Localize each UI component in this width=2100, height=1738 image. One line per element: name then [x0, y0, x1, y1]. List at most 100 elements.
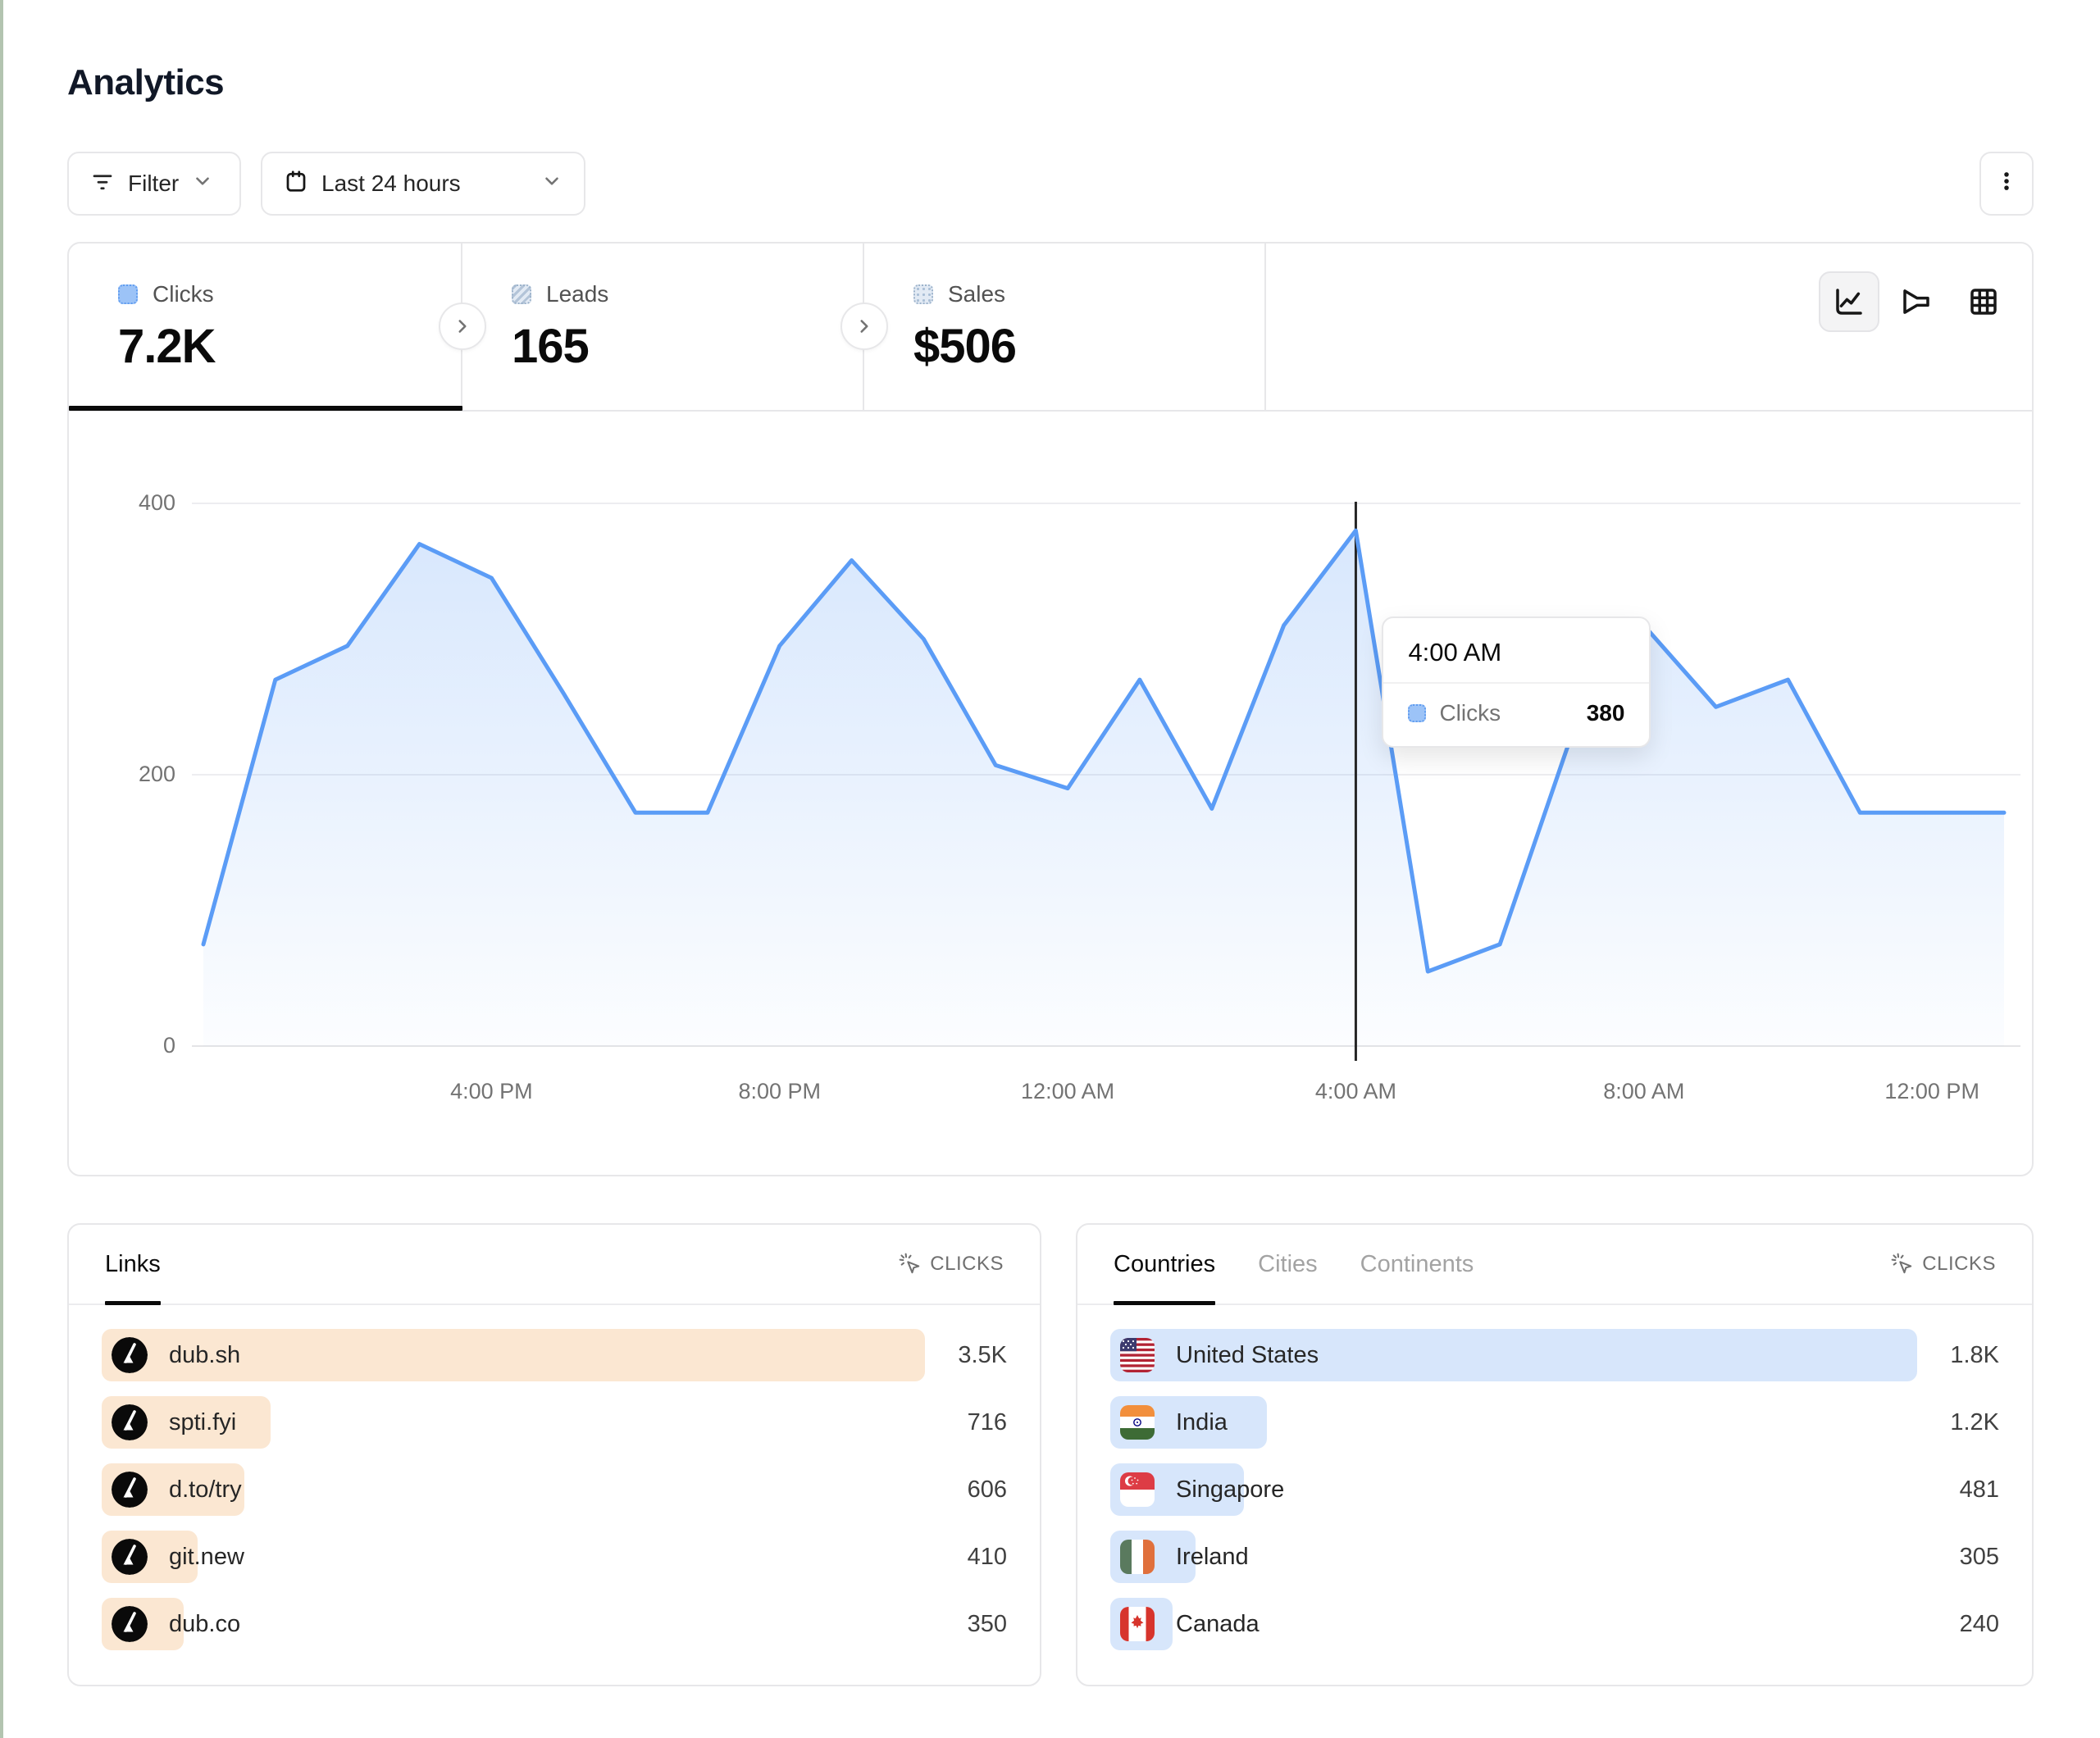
ca-flag-icon — [1120, 1607, 1155, 1641]
y-axis-tick-label: 400 — [85, 490, 175, 516]
link-label: dub.sh — [169, 1342, 240, 1369]
geo-metric: CLICKS — [1891, 1253, 1996, 1276]
clicks-count: 1.2K — [1950, 1409, 1999, 1436]
links-panel: Links CLICKS dub.sh3.5K spti.fyi 716 d.to/t… — [67, 1223, 1041, 1686]
link-label: git.new — [169, 1544, 244, 1571]
ie-flag-icon — [1120, 1540, 1155, 1574]
links-panel-header: Links CLICKS — [69, 1225, 1040, 1305]
clicks-count: 481 — [1960, 1476, 1999, 1504]
tab-clicks[interactable]: Clicks 7.2K — [69, 243, 462, 410]
filter-button[interactable]: Filter — [67, 152, 241, 216]
geo-metric-label: CLICKS — [1922, 1253, 1996, 1276]
x-axis-tick-label: 8:00 AM — [1603, 1079, 1684, 1104]
link-label: spti.fyi — [169, 1409, 236, 1436]
filter-icon — [90, 169, 115, 199]
link-label: d.to/try — [169, 1476, 242, 1504]
chevron-right-icon — [452, 316, 473, 337]
line-chart-icon — [1832, 284, 1866, 319]
stat-value: $506 — [913, 319, 1264, 374]
table-row[interactable]: Canada240 — [1110, 1598, 1999, 1650]
country-label: India — [1176, 1409, 1228, 1436]
analytics-card: Clicks 7.2K Leads 165 Sales $506 — [67, 242, 2034, 1176]
kebab-menu-icon — [1994, 169, 2019, 199]
dub-logo-avatar — [112, 1539, 148, 1575]
table-view-button[interactable] — [1953, 271, 2014, 332]
geo-panel-header: Countries Cities Continents CLICKS — [1077, 1225, 2032, 1305]
page-title: Analytics — [67, 62, 224, 103]
stat-tabs-row: Clicks 7.2K Leads 165 Sales $506 — [69, 243, 2032, 412]
table-row[interactable]: dub.co350 — [102, 1598, 1007, 1650]
tooltip-legend-swatch — [1408, 704, 1426, 722]
stat-label: Sales — [948, 281, 1005, 307]
tab-links[interactable]: Links — [105, 1225, 161, 1304]
y-axis-tick-label: 0 — [85, 1033, 175, 1058]
table-row[interactable]: dub.sh3.5K — [102, 1329, 1007, 1381]
clicks-legend-swatch — [118, 284, 138, 304]
table-row[interactable]: git.new 410 — [102, 1531, 1007, 1583]
table-row[interactable]: d.to/try 606 — [102, 1463, 1007, 1516]
x-axis-tick-label: 4:00 PM — [450, 1079, 533, 1104]
tooltip-value: 380 — [1587, 700, 1625, 726]
links-metric-label: CLICKS — [930, 1253, 1004, 1276]
stat-label: Leads — [546, 281, 608, 307]
clicks-area-chart[interactable]: 4:00 AM Clicks 380 400 200 0 4:00 PM 8:00 PM… — [69, 412, 2032, 1175]
tab-cities[interactable]: Cities — [1258, 1225, 1318, 1304]
grid-table-icon — [1966, 284, 2001, 319]
click-cursor-icon — [1891, 1253, 1914, 1276]
sales-legend-swatch — [913, 284, 933, 304]
sg-flag-icon — [1120, 1472, 1155, 1507]
more-options-button[interactable] — [1979, 152, 2034, 216]
x-axis-tick-label: 12:00 AM — [1021, 1079, 1114, 1104]
active-tab-underline — [69, 406, 462, 411]
links-list: dub.sh3.5K spti.fyi 716 d.to/try 606 git.new 4… — [69, 1305, 1040, 1650]
tab-countries[interactable]: Countries — [1114, 1225, 1215, 1304]
y-axis-tick-label: 200 — [85, 762, 175, 787]
chevron-down-icon — [541, 171, 563, 198]
click-cursor-icon — [899, 1253, 922, 1276]
chevron-right-icon — [854, 316, 875, 337]
clicks-count: 716 — [968, 1409, 1007, 1436]
tab-continents[interactable]: Continents — [1360, 1225, 1474, 1304]
table-row[interactable]: Singapore481 — [1110, 1463, 1999, 1516]
links-metric: CLICKS — [899, 1253, 1004, 1276]
chart-canvas — [69, 412, 2032, 1175]
tab-leads[interactable]: Leads 165 — [462, 243, 864, 410]
stat-label: Clicks — [153, 281, 214, 307]
filter-button-label: Filter — [128, 171, 179, 197]
clicks-count: 305 — [1960, 1544, 1999, 1571]
in-flag-icon — [1120, 1405, 1155, 1440]
line-chart-view-button[interactable] — [1819, 271, 1879, 332]
dub-logo-avatar — [112, 1606, 148, 1642]
country-label: Canada — [1176, 1611, 1260, 1638]
date-range-button[interactable]: Last 24 hours — [261, 152, 585, 216]
us-flag-icon — [1120, 1338, 1155, 1372]
dub-logo-avatar — [112, 1472, 148, 1508]
country-label: United States — [1176, 1342, 1319, 1369]
calendar-icon — [284, 169, 308, 199]
tab-sales[interactable]: Sales $506 — [864, 243, 1266, 410]
x-axis-tick-label: 8:00 PM — [738, 1079, 821, 1104]
left-edge-accent — [0, 0, 3, 1738]
date-range-label: Last 24 hours — [321, 171, 461, 197]
table-row[interactable]: Ireland 305 — [1110, 1531, 1999, 1583]
expand-clicks-button[interactable] — [439, 303, 486, 350]
funnel-view-button[interactable] — [1886, 271, 1947, 332]
chart-tooltip: 4:00 AM Clicks 380 — [1382, 616, 1651, 748]
clicks-count: 350 — [968, 1611, 1007, 1638]
stat-value: 165 — [512, 319, 863, 374]
dub-logo-avatar — [112, 1337, 148, 1373]
tooltip-time: 4:00 AM — [1383, 618, 1649, 684]
table-row[interactable]: United States1.8K — [1110, 1329, 1999, 1381]
x-axis-tick-label: 12:00 PM — [1884, 1079, 1979, 1104]
country-label: Ireland — [1176, 1544, 1249, 1571]
analytics-page: Analytics Filter Last 24 hours — [0, 0, 2100, 1738]
stat-value: 7.2K — [118, 319, 461, 374]
table-row[interactable]: India 1.2K — [1110, 1396, 1999, 1449]
table-row[interactable]: spti.fyi 716 — [102, 1396, 1007, 1449]
clicks-count: 410 — [968, 1544, 1007, 1571]
tooltip-series-label: Clicks — [1439, 700, 1501, 726]
geo-list: United States1.8K India 1.2K Singapore481 Ir… — [1077, 1305, 2032, 1650]
clicks-count: 606 — [968, 1476, 1007, 1504]
x-axis-tick-label: 4:00 AM — [1315, 1079, 1396, 1104]
expand-leads-button[interactable] — [840, 303, 888, 350]
